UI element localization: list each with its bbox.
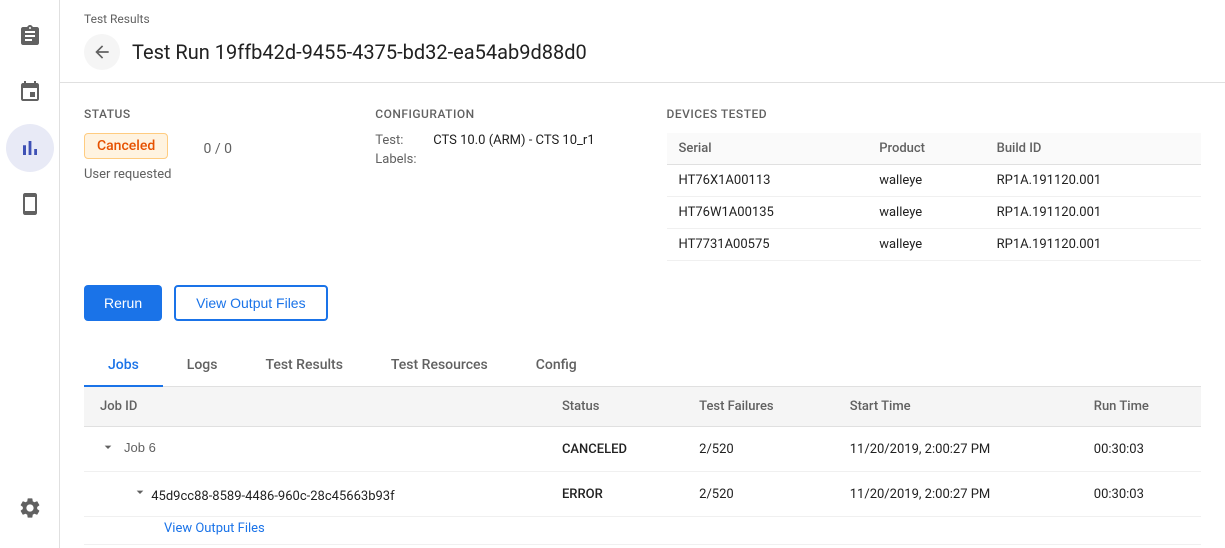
table-row: 45d9cc88-8589-4486-960c-28c45663b93f ERR… [84,472,1201,517]
devices-col-build: Build ID [985,133,1201,165]
info-row: Status Canceled User requested 0 / 0 Con… [84,107,1201,261]
tab-logs[interactable]: Logs [163,345,242,387]
rerun-button[interactable]: Rerun [84,285,162,321]
sidebar-item-devices[interactable] [6,180,54,228]
tab-test-resources[interactable]: Test Resources [367,345,512,387]
job-start-time: 11/20/2019, 2:00:27 PM [834,427,1078,472]
status-badge: Canceled [84,133,168,159]
job-failures: 2/520 [683,472,834,517]
config-labels-row: Labels: [375,152,642,167]
view-output-button[interactable]: View Output Files [174,285,327,321]
expand-child-button[interactable] [132,484,148,500]
tabs-row: Jobs Logs Test Results Test Resources Co… [84,345,1201,387]
jobs-col-runtime: Run Time [1078,387,1201,427]
status-note: User requested [84,167,171,182]
job-id-cell: Job 6 [84,427,546,472]
tab-test-results[interactable]: Test Results [241,345,366,387]
sidebar-item-results[interactable] [6,124,54,172]
status-section: Status Canceled User requested 0 / 0 [84,107,375,261]
sidebar-item-settings[interactable] [6,484,54,532]
jobs-col-id: Job ID [84,387,546,427]
actions-row: Rerun View Output Files [84,285,1201,321]
breadcrumb: Test Results [84,12,1201,26]
config-label: Configuration [375,107,642,121]
device-build-id: RP1A.191120.001 [985,165,1201,197]
sidebar [0,0,60,548]
job-run-time: 00:30:03 [1078,472,1201,517]
table-row: Job 6 CANCELED 2/520 11/20/2019, 2:00:27… [84,427,1201,472]
devices-section: Devices Tested Serial Product Build ID H… [667,107,1202,261]
view-output-link[interactable]: View Output Files [164,521,265,536]
jobs-table: Job ID Status Test Failures Start Time R… [84,387,1201,545]
table-row: HT76X1A00113 walleye RP1A.191120.001 [667,165,1202,197]
title-row: Test Run 19ffb42d-9455-4375-bd32-ea54ab9… [84,34,1201,82]
status-label: Status [84,107,351,121]
sidebar-item-tasks[interactable] [6,12,54,60]
job-failures: 2/520 [683,427,834,472]
config-test-value: CTS 10.0 (ARM) - CTS 10_r1 [433,133,594,148]
table-row: HT7731A00575 walleye RP1A.191120.001 [667,229,1202,261]
job-start-time: 11/20/2019, 2:00:27 PM [834,472,1078,517]
config-test-row: Test: CTS 10.0 (ARM) - CTS 10_r1 [375,133,642,148]
jobs-col-failures: Test Failures [683,387,834,427]
back-button[interactable] [84,34,120,70]
device-product: walleye [867,229,984,261]
device-product: walleye [867,165,984,197]
devices-col-product: Product [867,133,984,165]
jobs-col-status: Status [546,387,683,427]
job-run-time: 00:30:03 [1078,427,1201,472]
main-content: Test Results Test Run 19ffb42d-9455-4375… [60,0,1225,548]
config-test-key: Test: [375,133,425,148]
jobs-col-start: Start Time [834,387,1078,427]
job-id-cell: 45d9cc88-8589-4486-960c-28c45663b93f [84,472,546,517]
config-section: Configuration Test: CTS 10.0 (ARM) - CTS… [375,107,666,261]
devices-table: Serial Product Build ID HT76X1A00113 wal… [667,133,1202,261]
devices-label: Devices Tested [667,107,1202,121]
content-area: Status Canceled User requested 0 / 0 Con… [60,83,1225,548]
device-build-id: RP1A.191120.001 [985,229,1201,261]
config-labels-key: Labels: [375,152,425,167]
device-serial: HT76W1A00135 [667,197,868,229]
tab-jobs[interactable]: Jobs [84,345,163,387]
progress-text: 0 / 0 [203,141,231,157]
job-status: CANCELED [546,427,683,472]
device-build-id: RP1A.191120.001 [985,197,1201,229]
job-status: ERROR [546,472,683,517]
device-serial: HT7731A00575 [667,229,868,261]
devices-col-serial: Serial [667,133,868,165]
device-product: walleye [867,197,984,229]
page-title: Test Run 19ffb42d-9455-4375-bd32-ea54ab9… [132,40,587,64]
expand-button[interactable]: Job 6 [100,439,156,455]
header: Test Results Test Run 19ffb42d-9455-4375… [60,0,1225,83]
device-serial: HT76X1A00113 [667,165,868,197]
tab-config[interactable]: Config [512,345,601,387]
view-output-row: View Output Files [84,517,1201,545]
table-row: HT76W1A00135 walleye RP1A.191120.001 [667,197,1202,229]
sidebar-item-calendar[interactable] [6,68,54,116]
